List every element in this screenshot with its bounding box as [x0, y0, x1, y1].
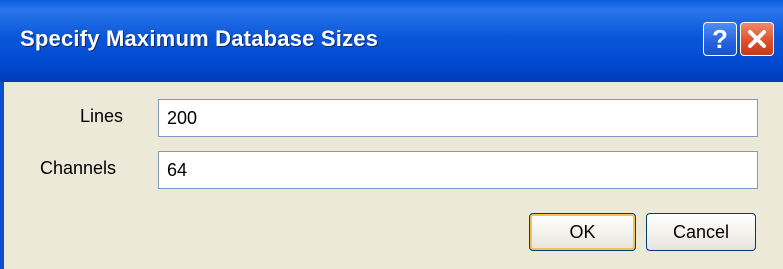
- close-button[interactable]: [740, 22, 774, 56]
- cancel-button[interactable]: Cancel: [646, 213, 756, 251]
- ok-button[interactable]: OK: [529, 213, 636, 251]
- channels-input[interactable]: [158, 151, 758, 189]
- lines-label: Lines: [80, 106, 124, 126]
- window-frame-left: [0, 82, 4, 269]
- dialog-title: Specify Maximum Database Sizes: [20, 26, 379, 51]
- question-mark-icon: ?: [712, 23, 728, 54]
- help-button[interactable]: ?: [703, 22, 737, 56]
- title-bar[interactable]: Specify Maximum Database Sizes ?: [0, 0, 783, 82]
- lines-input[interactable]: [158, 99, 758, 137]
- channels-label: Channels: [40, 158, 117, 178]
- close-icon: [748, 30, 766, 48]
- dialog-window: Specify Maximum Database Sizes ? Lines C…: [0, 0, 783, 269]
